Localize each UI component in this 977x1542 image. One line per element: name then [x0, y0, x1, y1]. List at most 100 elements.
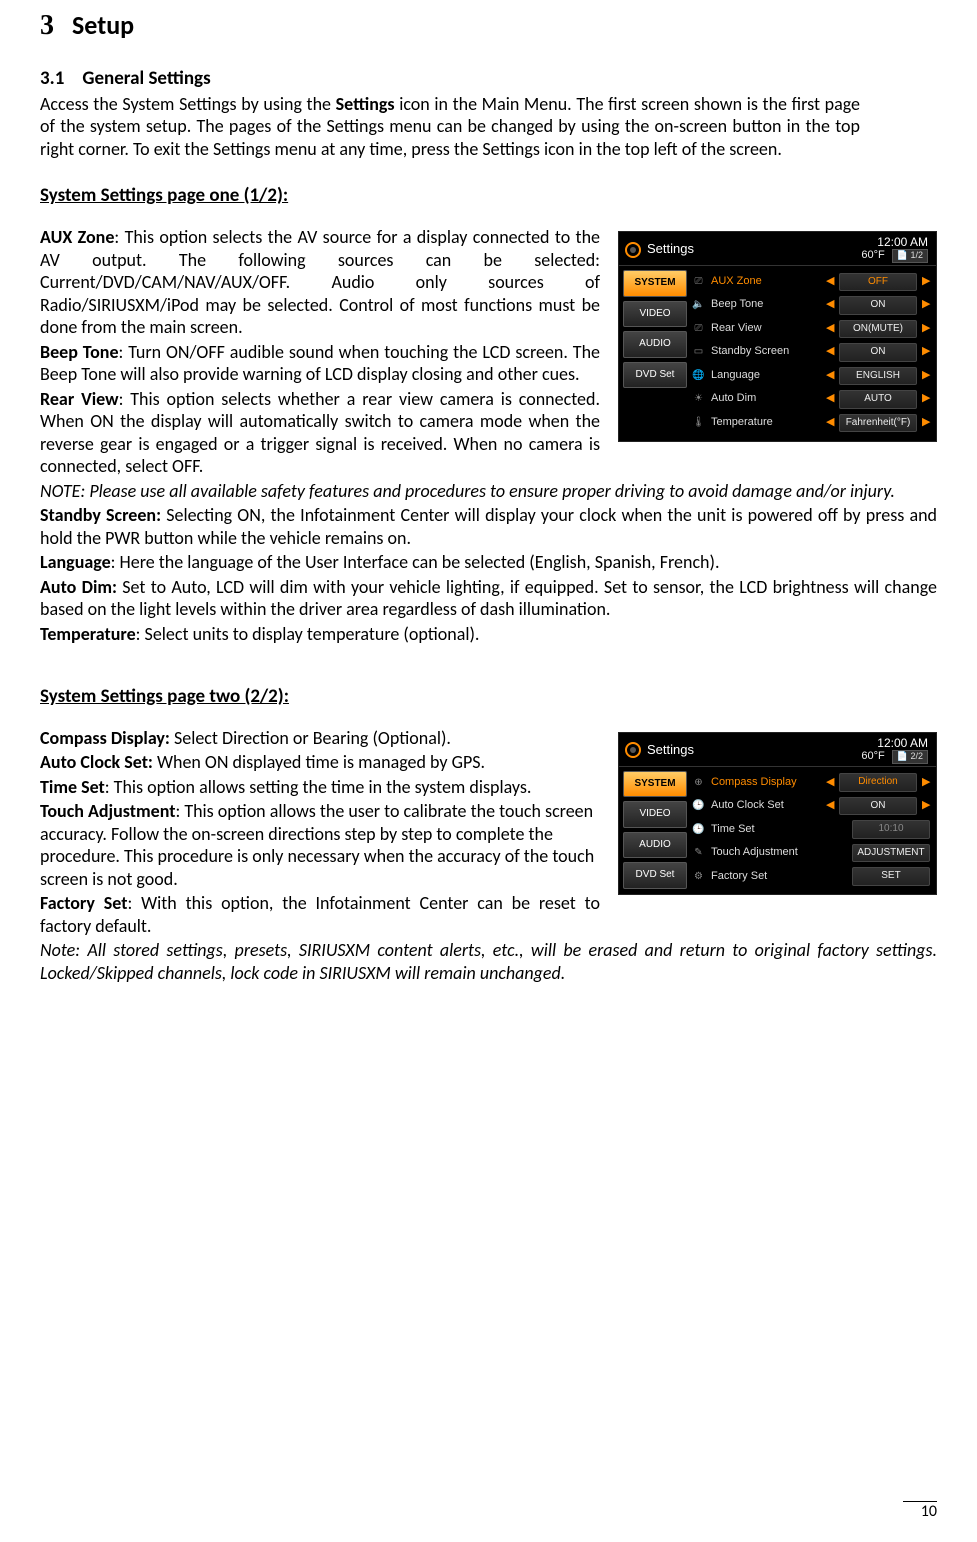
autodim-paragraph: Auto Dim: Set to Auto, LCD will dim with… [40, 576, 937, 621]
section-title: General Settings [82, 67, 210, 90]
arrow-right-icon[interactable]: ▶ [922, 275, 930, 289]
compass-label: Compass Display: [40, 727, 170, 749]
chapter-title: Setup [72, 9, 134, 41]
sidebar-btn-audio[interactable]: AUDIO [623, 832, 687, 859]
page-one-heading: System Settings page one (1/2): [40, 184, 937, 208]
factory-label: Factory Set [40, 892, 127, 914]
sidebar-btn-dvdset[interactable]: DVD Set [623, 362, 687, 389]
row-value[interactable]: ON [839, 797, 917, 816]
row-label: Temperature [711, 416, 821, 430]
device-title: Settings [647, 742, 694, 758]
arrow-left-icon[interactable]: ◀ [826, 345, 834, 359]
device-header: Settings 12:00 AM 60°F 📄 1/2 [619, 232, 936, 266]
sidebar-btn-video[interactable]: VIDEO [623, 801, 687, 828]
row-value[interactable]: ON [839, 296, 917, 315]
chapter-heading: 3Setup [40, 8, 937, 43]
row-value[interactable]: AUTO [839, 390, 917, 409]
arrow-left-icon[interactable]: ◀ [826, 392, 834, 406]
gear-icon [625, 742, 641, 758]
settings-row[interactable]: 🕒 Time Set 10:10 [691, 818, 930, 842]
timeset-label: Time Set [40, 776, 105, 798]
row-label: Touch Adjustment [711, 846, 847, 860]
settings-row[interactable]: 🌐Language◀ENGLISH▶ [691, 364, 930, 388]
settings-row[interactable]: ⊕Compass Display◀Direction▶ [691, 771, 930, 795]
temperature-label: Temperature [40, 623, 136, 645]
arrow-right-icon[interactable]: ▶ [922, 392, 930, 406]
intro-bold-word: Settings [336, 93, 395, 115]
row-icon: ✎ [691, 847, 706, 859]
row-value[interactable]: ON [839, 343, 917, 362]
language-label: Language [40, 551, 111, 573]
device-settings-list: ⎚ AUX Zone ◀ OFF ▶ 🔈 Beep Tone ◀ ON ▶ ⎚ Rear View ◀ O… [691, 266, 936, 441]
device-sidebar: SYSTEM VIDEO AUDIO DVD Set [619, 266, 691, 441]
settings-row[interactable]: ✎ Touch Adjustment ADJUSTMENT [691, 841, 930, 865]
device-clock: 12:00 AM [861, 737, 928, 750]
row-icon: 🕒 [691, 824, 706, 836]
row-value[interactable]: Fahrenheit(°F) [839, 414, 917, 433]
settings-row[interactable]: ▭Standby Screen◀ON▶ [691, 341, 930, 365]
settings-row[interactable]: ⎚ Rear View ◀ ON(MUTE) ▶ [691, 317, 930, 341]
arrow-right-icon[interactable]: ▶ [922, 369, 930, 383]
page-number: 10 [903, 1501, 937, 1522]
sidebar-btn-dvdset[interactable]: DVD Set [623, 862, 687, 889]
row-value[interactable]: ENGLISH [839, 367, 917, 386]
arrow-right-icon[interactable]: ▶ [922, 322, 930, 336]
arrow-left-icon[interactable]: ◀ [826, 416, 834, 430]
arrow-left-icon[interactable]: ◀ [826, 799, 834, 813]
settings-row[interactable]: 🔈 Beep Tone ◀ ON ▶ [691, 294, 930, 318]
row-icon: ⎚ [691, 276, 706, 288]
safety-note: NOTE: Please use all available safety fe… [40, 480, 937, 503]
arrow-right-icon[interactable]: ▶ [922, 345, 930, 359]
row-icon: 🌡 [691, 417, 706, 429]
touch-label: Touch Adjustment [40, 800, 175, 822]
row-value[interactable]: 10:10 [852, 820, 930, 839]
row-icon: ☀ [691, 393, 706, 405]
standby-label: Standby Screen: [40, 504, 161, 526]
row-value[interactable]: ON(MUTE) [839, 320, 917, 339]
row-value[interactable]: OFF [839, 273, 917, 292]
sidebar-btn-video[interactable]: VIDEO [623, 301, 687, 328]
sidebar-btn-audio[interactable]: AUDIO [623, 331, 687, 358]
row-value[interactable]: Direction [839, 773, 917, 792]
beep-tone-label: Beep Tone [40, 341, 119, 363]
section-number: 3.1 [40, 67, 64, 90]
factory-note: Note: All stored settings, presets, SIRI… [40, 939, 937, 984]
row-label: Time Set [711, 823, 847, 837]
row-icon: 🔈 [691, 299, 706, 311]
settings-row[interactable]: ⎚ AUX Zone ◀ OFF ▶ [691, 270, 930, 294]
language-paragraph: Language: Here the language of the User … [40, 551, 937, 574]
sidebar-btn-system[interactable]: SYSTEM [623, 771, 687, 798]
row-label: AUX Zone [711, 275, 821, 289]
device-header: Settings 12:00 AM 60°F 📄 2/2 [619, 733, 936, 767]
settings-row[interactable]: ⚙Factory SetSET [691, 865, 930, 889]
settings-row[interactable]: 🕒Auto Clock Set◀ON▶ [691, 794, 930, 818]
arrow-right-icon[interactable]: ▶ [922, 776, 930, 790]
row-icon: ⎚ [691, 323, 706, 335]
arrow-left-icon[interactable]: ◀ [826, 275, 834, 289]
row-label: Compass Display [711, 776, 821, 790]
device-temperature: 60°F [861, 750, 884, 762]
row-label: Auto Dim [711, 392, 821, 406]
row-value[interactable]: SET [852, 867, 930, 886]
arrow-left-icon[interactable]: ◀ [826, 369, 834, 383]
settings-row[interactable]: ☀ Auto Dim ◀ AUTO ▶ [691, 388, 930, 412]
sidebar-btn-system[interactable]: SYSTEM [623, 270, 687, 297]
settings-row[interactable]: 🌡 Temperature ◀ Fahrenheit(°F) ▶ [691, 411, 930, 435]
row-label: Beep Tone [711, 298, 821, 312]
page-indicator[interactable]: 📄 1/2 [892, 249, 928, 263]
temperature-paragraph: Temperature: Select units to display tem… [40, 623, 937, 646]
device-sidebar: SYSTEM VIDEO AUDIO DVD Set [619, 767, 691, 895]
page-indicator[interactable]: 📄 2/2 [892, 750, 928, 764]
row-label: Factory Set [711, 870, 847, 884]
arrow-right-icon[interactable]: ▶ [922, 799, 930, 813]
arrow-left-icon[interactable]: ◀ [826, 776, 834, 790]
aux-zone-label: AUX Zone [40, 226, 114, 248]
arrow-right-icon[interactable]: ▶ [922, 416, 930, 430]
arrow-right-icon[interactable]: ▶ [922, 298, 930, 312]
row-label: Rear View [711, 322, 821, 336]
arrow-left-icon[interactable]: ◀ [826, 298, 834, 312]
intro-paragraph: Access the System Settings by using the … [40, 93, 860, 161]
arrow-left-icon[interactable]: ◀ [826, 322, 834, 336]
standby-paragraph: Standby Screen: Selecting ON, the Infota… [40, 504, 937, 549]
row-value[interactable]: ADJUSTMENT [852, 844, 930, 863]
